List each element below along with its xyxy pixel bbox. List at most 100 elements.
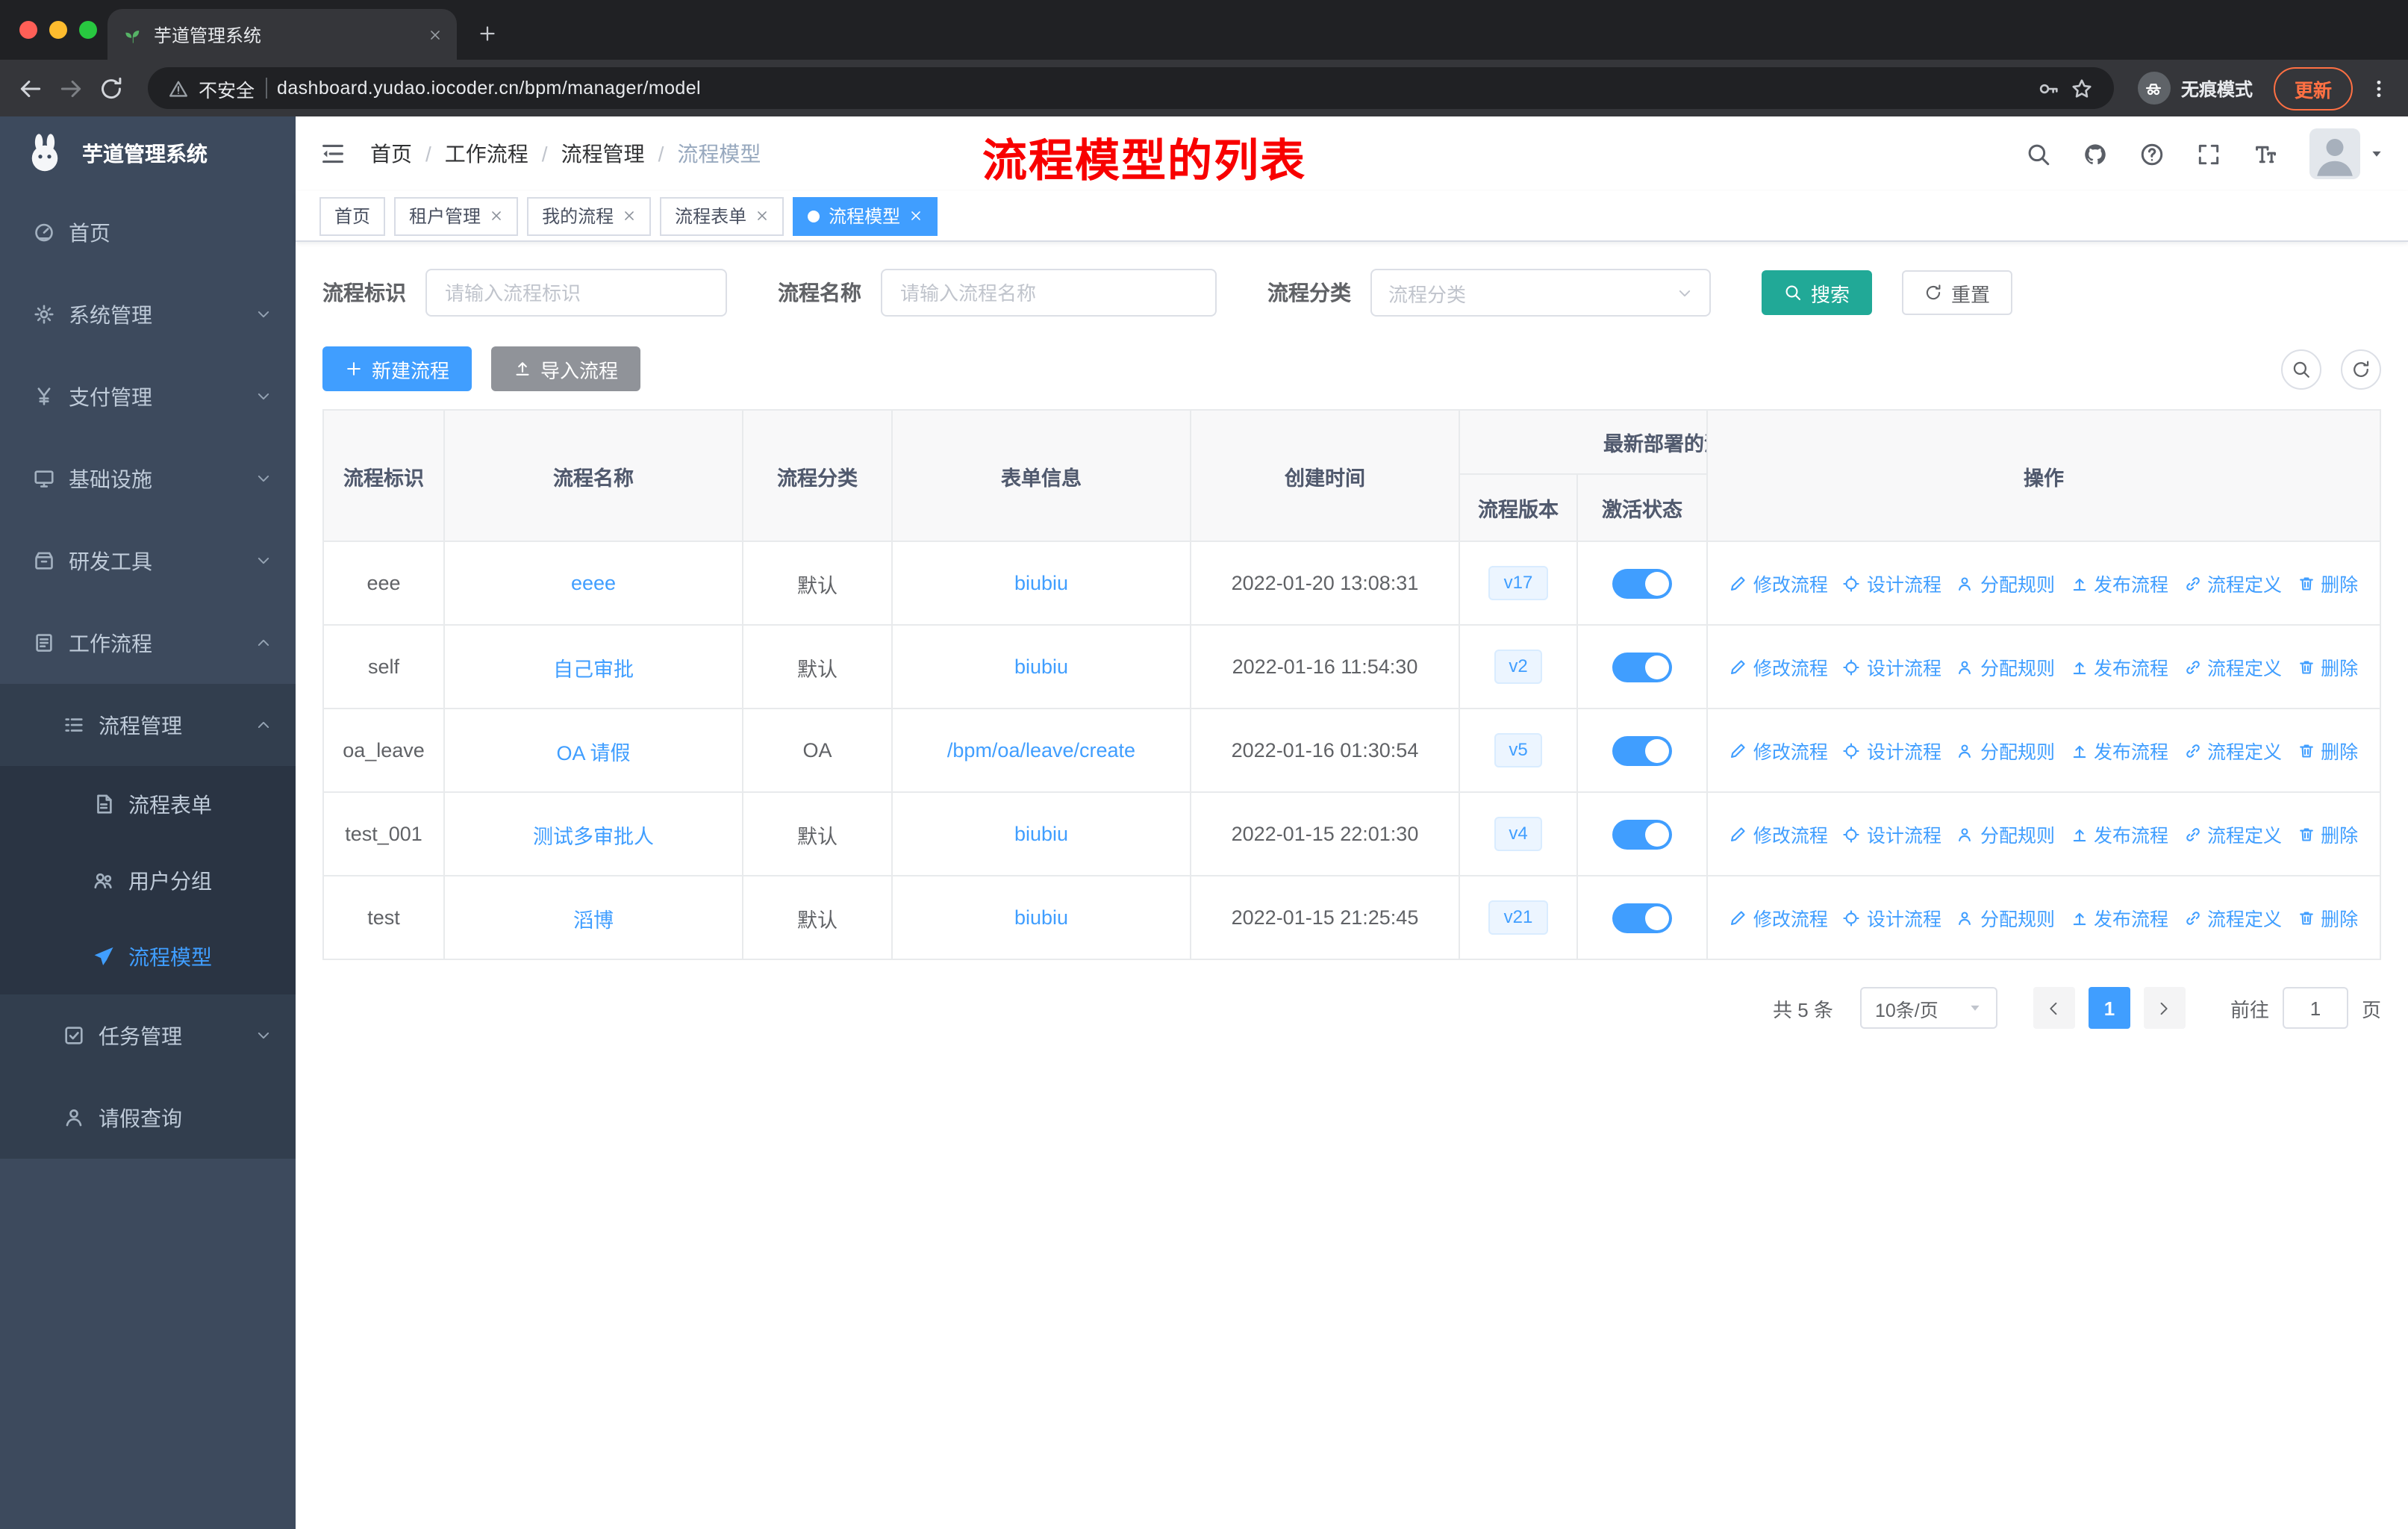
fontsize-icon[interactable] — [2253, 141, 2278, 166]
action-edit-link[interactable]: 修改流程 — [1729, 903, 1828, 932]
page-number-1[interactable]: 1 — [2088, 987, 2130, 1029]
view-tab[interactable]: 首页 — [319, 196, 386, 235]
action-trash-link[interactable]: 删除 — [2297, 569, 2358, 597]
bookmark-star-icon[interactable] — [2071, 77, 2093, 99]
search-icon[interactable] — [2026, 141, 2051, 166]
search-button[interactable]: 搜索 — [1762, 270, 1873, 315]
user-menu[interactable] — [2309, 128, 2384, 179]
model-name-link[interactable]: 滔博 — [573, 909, 614, 931]
action-publish-link[interactable]: 发布流程 — [2070, 820, 2168, 848]
action-assign-link[interactable]: 分配规则 — [1956, 820, 2055, 848]
action-trash-link[interactable]: 删除 — [2297, 653, 2358, 681]
action-trash-link[interactable]: 删除 — [2297, 736, 2358, 764]
view-tab[interactable]: 流程模型 — [793, 196, 938, 235]
action-publish-link[interactable]: 发布流程 — [2070, 569, 2168, 597]
sidebar-item-10[interactable]: 任务管理 — [0, 994, 296, 1077]
sidebar-item-2[interactable]: 支付管理 — [0, 355, 296, 437]
action-assign-link[interactable]: 分配规则 — [1956, 903, 2055, 932]
form-link[interactable]: biubiu — [1014, 823, 1068, 845]
zoom-window-button[interactable] — [79, 21, 97, 39]
active-toggle[interactable] — [1612, 735, 1672, 765]
sidebar-item-9[interactable]: 流程模型 — [0, 918, 296, 994]
action-design-link[interactable]: 设计流程 — [1843, 820, 1941, 848]
create-model-button[interactable]: 新建流程 — [322, 346, 472, 391]
question-icon[interactable] — [2139, 141, 2165, 166]
view-tab[interactable]: 流程表单 — [660, 196, 785, 235]
active-toggle[interactable] — [1612, 568, 1672, 598]
update-button[interactable]: 更新 — [2273, 66, 2353, 110]
import-model-button[interactable]: 导入流程 — [491, 346, 641, 391]
action-design-link[interactable]: 设计流程 — [1843, 903, 1941, 932]
prev-page-button[interactable] — [2033, 987, 2075, 1029]
active-toggle[interactable] — [1612, 819, 1672, 849]
sidebar-item-0[interactable]: 首页 — [0, 191, 296, 273]
action-publish-link[interactable]: 发布流程 — [2070, 903, 2168, 932]
sidebar-item-1[interactable]: 系统管理 — [0, 273, 296, 355]
model-name-link[interactable]: 自己审批 — [553, 658, 634, 680]
action-publish-link[interactable]: 发布流程 — [2070, 736, 2168, 764]
forward-button[interactable] — [58, 75, 84, 101]
action-definition-link[interactable]: 流程定义 — [2183, 653, 2282, 681]
sidebar-item-5[interactable]: 工作流程 — [0, 602, 296, 684]
browser-menu-icon[interactable] — [2368, 77, 2390, 99]
filter-select[interactable]: 流程分类 — [1370, 269, 1711, 317]
action-assign-link[interactable]: 分配规则 — [1956, 736, 2055, 764]
breadcrumb-item[interactable]: 流程管理 — [561, 139, 645, 169]
breadcrumb-item[interactable]: 工作流程 — [445, 139, 528, 169]
action-edit-link[interactable]: 修改流程 — [1729, 653, 1828, 681]
back-button[interactable] — [18, 75, 43, 101]
page-size-select[interactable]: 10条/页 — [1859, 987, 1997, 1029]
filter-input-1[interactable] — [881, 269, 1217, 317]
action-assign-link[interactable]: 分配规则 — [1956, 653, 2055, 681]
action-design-link[interactable]: 设计流程 — [1843, 736, 1941, 764]
sidebar-item-11[interactable]: 请假查询 — [0, 1077, 296, 1159]
sidebar-item-7[interactable]: 流程表单 — [0, 766, 296, 842]
form-link[interactable]: biubiu — [1014, 655, 1068, 678]
filter-input-0[interactable] — [425, 269, 727, 317]
next-page-button[interactable] — [2143, 987, 2186, 1029]
minimize-window-button[interactable] — [49, 21, 67, 39]
view-tab[interactable]: 租户管理 — [394, 196, 519, 235]
form-link[interactable]: biubiu — [1014, 906, 1068, 929]
goto-page-input[interactable] — [2282, 987, 2348, 1029]
app-logo[interactable]: 芋道管理系统 — [0, 116, 296, 191]
view-tab[interactable]: 我的流程 — [527, 196, 652, 235]
sidebar-item-3[interactable]: 基础设施 — [0, 437, 296, 520]
github-icon[interactable] — [2083, 141, 2108, 166]
action-assign-link[interactable]: 分配规则 — [1956, 569, 2055, 597]
address-bar[interactable]: 不安全 dashboard.yudao.iocoder.cn/bpm/manag… — [148, 67, 2114, 109]
action-design-link[interactable]: 设计流程 — [1843, 569, 1941, 597]
action-definition-link[interactable]: 流程定义 — [2183, 569, 2282, 597]
action-definition-link[interactable]: 流程定义 — [2183, 736, 2282, 764]
new-tab-button[interactable] — [478, 24, 497, 43]
action-trash-link[interactable]: 删除 — [2297, 903, 2358, 932]
action-definition-link[interactable]: 流程定义 — [2183, 820, 2282, 848]
action-publish-link[interactable]: 发布流程 — [2070, 653, 2168, 681]
active-toggle[interactable] — [1612, 652, 1672, 682]
breadcrumb-item[interactable]: 首页 — [370, 139, 412, 169]
action-definition-link[interactable]: 流程定义 — [2183, 903, 2282, 932]
model-name-link[interactable]: eeee — [571, 572, 616, 594]
model-name-link[interactable]: OA 请假 — [556, 741, 630, 764]
action-trash-link[interactable]: 删除 — [2297, 820, 2358, 848]
action-edit-link[interactable]: 修改流程 — [1729, 569, 1828, 597]
tab-close-icon[interactable] — [428, 28, 442, 41]
reset-button[interactable]: 重置 — [1902, 270, 2013, 315]
model-name-link[interactable]: 测试多审批人 — [533, 825, 654, 847]
form-link[interactable]: biubiu — [1014, 572, 1068, 594]
reload-button[interactable] — [99, 75, 124, 101]
sidebar-item-8[interactable]: 用户分组 — [0, 842, 296, 918]
sidebar-item-4[interactable]: 研发工具 — [0, 520, 296, 602]
password-key-icon[interactable] — [2038, 77, 2060, 99]
form-link[interactable]: /bpm/oa/leave/create — [947, 739, 1135, 762]
sidebar-collapse-icon[interactable] — [319, 140, 346, 167]
toggle-search-button[interactable] — [2281, 349, 2321, 389]
close-window-button[interactable] — [19, 21, 37, 39]
action-edit-link[interactable]: 修改流程 — [1729, 820, 1828, 848]
refresh-table-button[interactable] — [2341, 349, 2381, 389]
browser-tab[interactable]: 芋道管理系统 — [107, 9, 457, 60]
action-design-link[interactable]: 设计流程 — [1843, 653, 1941, 681]
fullscreen-icon[interactable] — [2196, 141, 2221, 166]
sidebar-item-6[interactable]: 流程管理 — [0, 684, 296, 766]
action-edit-link[interactable]: 修改流程 — [1729, 736, 1828, 764]
